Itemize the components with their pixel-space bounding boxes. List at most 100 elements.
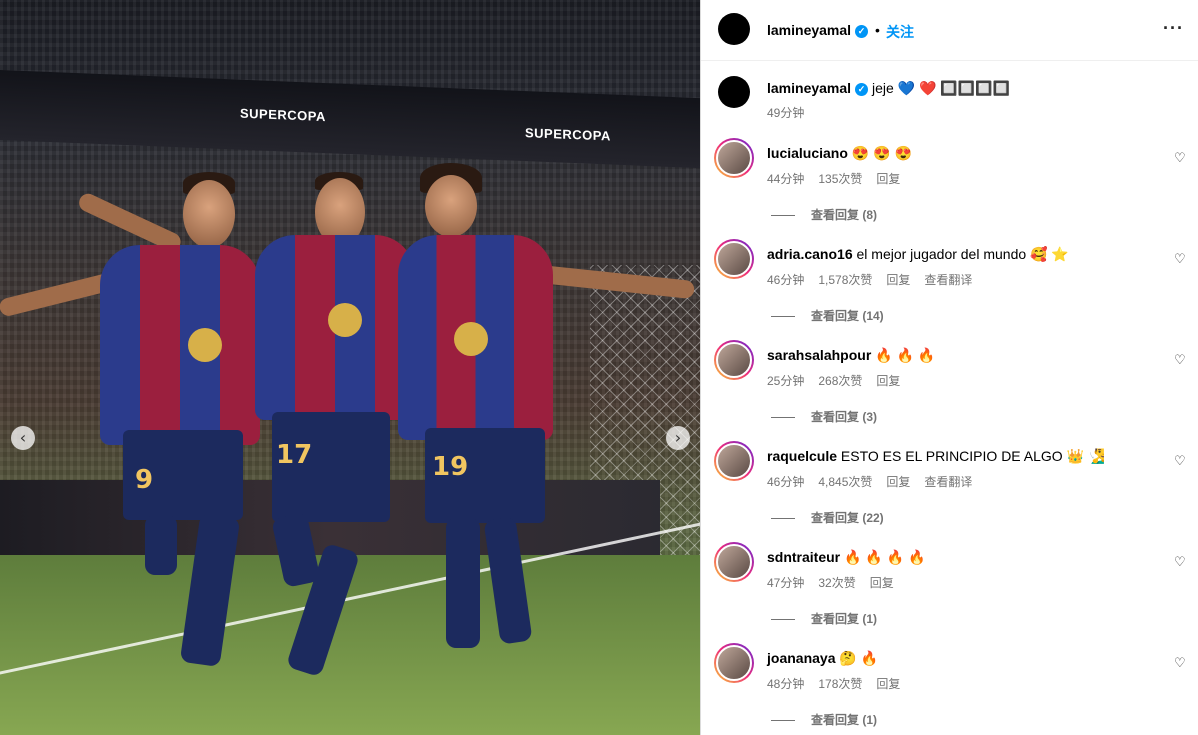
comment-likes[interactable]: 4,845次赞 xyxy=(818,475,872,489)
commenter-avatar[interactable] xyxy=(714,340,754,380)
separator-dot: • xyxy=(875,22,880,38)
comment-meta: 46分钟 1,578次赞 回复 查看翻译 xyxy=(767,271,986,288)
comment-meta: 47分钟 32次赞 回复 xyxy=(767,574,908,591)
reply-button[interactable]: 回复 xyxy=(886,475,910,489)
sponsor-logo xyxy=(328,303,362,337)
comment-text: 🔥 🔥 🔥 🔥 xyxy=(844,549,926,565)
replies-line xyxy=(771,619,795,621)
reply-button[interactable]: 回复 xyxy=(886,273,910,287)
heart-icon[interactable]: ♡ xyxy=(1174,352,1186,368)
commenter-avatar[interactable] xyxy=(714,542,754,582)
heart-icon[interactable]: ♡ xyxy=(1174,655,1186,671)
comment-text: 🤔 🔥 xyxy=(839,650,879,666)
more-horizontal-icon[interactable]: ··· xyxy=(1163,18,1184,39)
author-avatar[interactable] xyxy=(718,13,750,45)
caption-line: lamineyamal ✓ jeje 💙 ❤️ 🔲🔲🔲🔲 xyxy=(767,80,1010,97)
view-replies-label[interactable]: 查看回复 (22) xyxy=(811,511,884,525)
reply-button[interactable]: 回复 xyxy=(870,576,894,590)
heart-icon[interactable]: ♡ xyxy=(1174,251,1186,267)
comment-likes[interactable]: 268次赞 xyxy=(818,374,862,388)
comment-likes[interactable]: 32次赞 xyxy=(818,576,855,590)
follow-button[interactable]: 关注 xyxy=(886,22,914,42)
player-left-shirt xyxy=(100,245,260,445)
commenter-avatar[interactable] xyxy=(714,441,754,481)
comment-line: adria.cano16 el mejor jugador del mundo … xyxy=(767,246,1069,263)
commenter-username[interactable]: adria.cano16 xyxy=(767,246,853,262)
view-replies-label[interactable]: 查看回复 (1) xyxy=(811,612,877,626)
author-username[interactable]: lamineyamal ✓ xyxy=(767,22,869,38)
caption-avatar[interactable] xyxy=(718,76,750,108)
reply-button[interactable]: 回复 xyxy=(876,374,900,388)
author-username-text[interactable]: lamineyamal xyxy=(767,22,851,38)
player-left-head xyxy=(183,180,235,248)
commenter-username[interactable]: lucialuciano xyxy=(767,145,848,161)
view-replies-label[interactable]: 查看回复 (14) xyxy=(811,309,884,323)
comment-text: 🔥 🔥 🔥 xyxy=(875,347,936,363)
caption-username[interactable]: lamineyamal xyxy=(767,80,851,96)
caption-time: 49分钟 xyxy=(767,106,805,120)
sponsor-logo xyxy=(454,322,488,356)
commenter-avatar[interactable] xyxy=(714,643,754,683)
view-replies-label[interactable]: 查看回复 (1) xyxy=(811,713,877,727)
commenter-avatar[interactable] xyxy=(714,138,754,178)
comment-time: 25分钟 xyxy=(767,374,805,388)
player-right-head xyxy=(425,175,477,237)
verified-badge-icon: ✓ xyxy=(855,24,869,38)
translate-button[interactable]: 查看翻译 xyxy=(924,273,972,287)
view-replies-button[interactable]: 查看回复 (1) xyxy=(771,610,877,627)
avatar-image xyxy=(716,645,752,681)
replies-line xyxy=(771,215,795,217)
view-replies-button[interactable]: 查看回复 (1) xyxy=(771,711,877,728)
post-image[interactable]: SUPERCOPA SUPERCOPA 9 17 19 ‹ › xyxy=(0,0,700,735)
avatar-image xyxy=(716,342,752,378)
comment-likes[interactable]: 1,578次赞 xyxy=(818,273,872,287)
sponsor-logo xyxy=(188,328,222,362)
comment-line: lucialuciano 😍 😍 😍 xyxy=(767,145,912,162)
comment-text: 😍 😍 😍 xyxy=(851,145,912,161)
comment-time: 46分钟 xyxy=(767,273,805,287)
caption-text: jeje 💙 ❤️ 🔲🔲🔲🔲 xyxy=(871,80,1011,96)
comment-line: sdntraiteur 🔥 🔥 🔥 🔥 xyxy=(767,549,925,566)
view-replies-button[interactable]: 查看回复 (22) xyxy=(771,509,884,526)
heart-icon[interactable]: ♡ xyxy=(1174,453,1186,469)
comment-time: 47分钟 xyxy=(767,576,805,590)
commenter-username[interactable]: joananaya xyxy=(767,650,835,666)
comment-text: ESTO ES EL PRINCIPIO DE ALGO 👑 🧏‍♂️ xyxy=(840,448,1106,464)
comment-line: joananaya 🤔 🔥 xyxy=(767,650,878,667)
view-replies-label[interactable]: 查看回复 (3) xyxy=(811,410,877,424)
view-replies-button[interactable]: 查看回复 (14) xyxy=(771,307,884,324)
player-left-leg-2 xyxy=(145,515,177,575)
reply-button[interactable]: 回复 xyxy=(876,172,900,186)
commenter-username[interactable]: raquelcule xyxy=(767,448,837,464)
comment-meta: 46分钟 4,845次赞 回复 查看翻译 xyxy=(767,473,986,490)
player-middle-number: 17 xyxy=(276,440,313,470)
commenter-avatar[interactable] xyxy=(714,239,754,279)
replies-line xyxy=(771,417,795,419)
avatar-image xyxy=(716,544,752,580)
comment-likes[interactable]: 135次赞 xyxy=(818,172,862,186)
view-replies-button[interactable]: 查看回复 (8) xyxy=(771,206,877,223)
view-replies-button[interactable]: 查看回复 (3) xyxy=(771,408,877,425)
avatar-image xyxy=(716,140,752,176)
comment-meta: 48分钟 178次赞 回复 xyxy=(767,675,914,692)
chevron-left-icon[interactable]: ‹ xyxy=(11,426,35,450)
translate-button[interactable]: 查看翻译 xyxy=(924,475,972,489)
comment-time: 46分钟 xyxy=(767,475,805,489)
commenter-username[interactable]: sdntraiteur xyxy=(767,549,840,565)
chevron-right-icon[interactable]: › xyxy=(666,426,690,450)
banner-text: SUPERCOPA xyxy=(240,105,326,125)
replies-line xyxy=(771,316,795,318)
heart-icon[interactable]: ♡ xyxy=(1174,554,1186,570)
comment-likes[interactable]: 178次赞 xyxy=(818,677,862,691)
view-replies-label[interactable]: 查看回复 (8) xyxy=(811,208,877,222)
post-header: lamineyamal ✓ • 关注 ··· xyxy=(701,0,1198,61)
player-left-number: 9 xyxy=(135,465,154,495)
heart-icon[interactable]: ♡ xyxy=(1174,150,1186,166)
player-right-leg xyxy=(446,518,480,648)
commenter-username[interactable]: sarahsalahpour xyxy=(767,347,871,363)
comment-meta: 44分钟 135次赞 回复 xyxy=(767,170,914,187)
reply-button[interactable]: 回复 xyxy=(876,677,900,691)
replies-line xyxy=(771,720,795,722)
comments-panel: lamineyamal ✓ • 关注 ··· lamineyamal ✓ jeje … xyxy=(700,0,1198,735)
comment-time: 48分钟 xyxy=(767,677,805,691)
